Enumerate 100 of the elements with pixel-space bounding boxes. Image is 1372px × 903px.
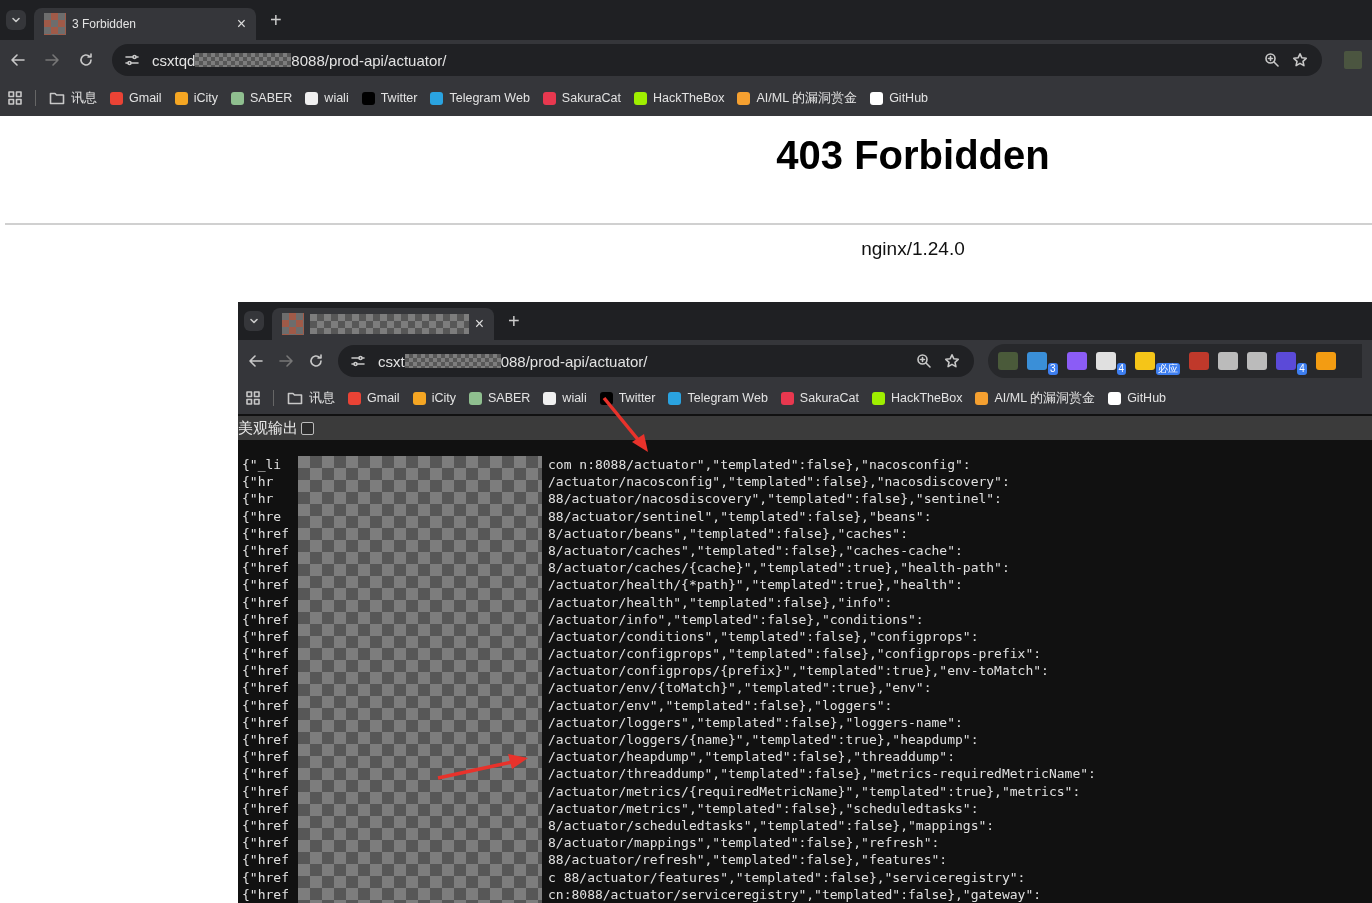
json-text: 8/actuator/beans","templated":false},"caches": (548, 524, 910, 542)
json-text: {"hr (242, 473, 275, 491)
tab-title: 3 Forbidden (72, 17, 138, 31)
json-text: /actuator/metrics/{requiredMetricName}","templated":true},"metrics": (548, 782, 1082, 800)
bookmark-star-icon[interactable] (1292, 52, 1308, 68)
bookmark-item[interactable]: SakuraCat (780, 391, 859, 405)
extension-icon[interactable] (1095, 352, 1116, 370)
json-text: {"href (242, 662, 290, 680)
json-text: /actuator/metrics","templated":false},"scheduledtasks": (548, 799, 980, 817)
json-text: {"hre (242, 507, 283, 525)
site-settings-icon[interactable] (350, 353, 366, 369)
bookmark-item[interactable]: AI/ML 的漏洞赏金 (737, 89, 858, 107)
json-text: 8/actuator/mappings","templated":false},"refresh": (548, 834, 941, 852)
json-text: /actuator/threaddump","templated":false},"metrics-requiredMetricName": (548, 765, 1096, 783)
close-tab-button[interactable]: × (474, 316, 484, 332)
extension-icon[interactable] (1247, 352, 1268, 370)
bookmark-item[interactable]: 讯息 (49, 89, 97, 107)
close-tab-button[interactable]: × (236, 16, 246, 32)
json-text: /actuator/nacosconfig","templated":false},"nacosdiscovery": (548, 473, 1011, 491)
apps-grid-icon[interactable] (246, 391, 260, 405)
json-text: {"href (242, 816, 290, 835)
reload-icon[interactable] (308, 353, 324, 369)
json-text: 88/actuator/nacosdiscovery","templated":false},"sentinel": (548, 490, 1003, 508)
json-text: /actuator/env","templated":false},"loggers": (548, 696, 894, 714)
json-text: /actuator/info","templated":false},"conditions": (548, 610, 925, 628)
json-text: {"_li (242, 456, 283, 474)
forward-arrow-icon[interactable] (44, 52, 60, 68)
pretty-print-checkbox[interactable] (301, 421, 314, 435)
json-text: {"href (242, 748, 290, 766)
json-text: {"href (242, 593, 290, 611)
address-bar[interactable]: csxt 088/prod-api/actuator/ (338, 345, 974, 377)
json-text: /actuator/conditions","templated":false},"configprops": (548, 627, 980, 646)
bookmark-item[interactable]: Telegram Web (430, 91, 530, 105)
bookmark-item[interactable]: Twitter (599, 391, 656, 405)
json-text: com n:8088/actuator","templated":false},"nacosconfig": (548, 456, 972, 474)
json-text: {"href (242, 524, 290, 542)
browser-tab[interactable]: × (272, 308, 494, 340)
json-text: {"href (242, 559, 290, 577)
server-version-text: nginx/1.24.0 (861, 238, 965, 260)
json-text: /actuator/health","templated":false},"info": (548, 593, 894, 611)
bookmark-item[interactable]: HackTheBox (633, 91, 725, 105)
extension-badge: 4 (1116, 363, 1127, 375)
bookmark-item[interactable]: Twitter (361, 91, 418, 105)
bookmark-item[interactable]: HackTheBox (871, 391, 963, 405)
reload-icon[interactable] (78, 52, 94, 68)
json-text: c 88/actuator/features","templated":false},"serviceregistry": (548, 868, 1027, 886)
json-text: 88/actuator/sentinel","templated":false},"beans": (548, 507, 933, 525)
json-text: {"href (242, 627, 290, 646)
new-tab-button[interactable]: + (502, 311, 526, 331)
zoom-icon[interactable] (916, 353, 932, 369)
extension-icon[interactable] (1218, 352, 1239, 370)
json-text: {"href (242, 885, 290, 903)
json-text: 8/actuator/caches/{cache}","templated":true},"health-path": (548, 559, 1011, 577)
address-bar[interactable]: csxtqd 8088/prod-api/actuator/ (112, 44, 1322, 76)
bookmark-item[interactable]: wiali (305, 91, 349, 105)
bookmark-item[interactable]: 讯息 (287, 389, 335, 407)
bookmark-item[interactable]: AI/ML 的漏洞赏金 (975, 389, 1096, 407)
bookmark-item[interactable]: Gmail (110, 91, 162, 105)
json-text: {"hr (242, 490, 275, 508)
back-arrow-icon[interactable] (10, 52, 26, 68)
json-text: /actuator/loggers/{name}","templated":true},"heapdump": (548, 731, 980, 749)
bookmark-item[interactable]: Telegram Web (668, 391, 768, 405)
site-settings-icon[interactable] (124, 52, 140, 68)
json-text: {"href (242, 696, 290, 714)
json-text: /actuator/heapdump","templated":false},"threaddump": (548, 748, 956, 766)
bookmark-item[interactable]: SABER (230, 91, 293, 105)
browser-tab[interactable]: 3 Forbidden × (34, 8, 256, 40)
pixelated-redaction (282, 313, 304, 335)
bookmark-item[interactable]: SakuraCat (542, 91, 621, 105)
json-text: {"href (242, 541, 290, 560)
json-text: /actuator/health/{*path}","templated":true},"health": (548, 576, 964, 594)
apps-grid-icon[interactable] (8, 91, 22, 105)
url-text: 8088/prod-api/actuator/ (291, 51, 447, 69)
json-text: {"href (242, 610, 290, 628)
extension-icon[interactable] (1135, 352, 1156, 370)
pixelated-redaction (44, 13, 66, 35)
json-text: {"href (242, 713, 290, 731)
json-text: /actuator/loggers","templated":false},"loggers-name": (548, 713, 964, 731)
url-text: csxtqd (152, 51, 196, 69)
pretty-print-label: 美观输出 (238, 418, 298, 438)
json-text: 8/actuator/scheduledtasks","templated":false},"mappings": (548, 816, 996, 835)
zoom-icon[interactable] (1264, 52, 1280, 68)
json-text: /actuator/env/{toMatch}","templated":true},"env": (548, 679, 933, 697)
bookmark-item[interactable]: GitHub (870, 91, 929, 105)
json-text: {"href (242, 679, 290, 697)
bookmark-star-icon[interactable] (944, 353, 960, 369)
json-text: {"href (242, 645, 290, 663)
extension-icon[interactable] (1315, 352, 1336, 370)
bookmark-item[interactable]: iCity (174, 91, 218, 105)
json-text: {"href (242, 782, 290, 800)
new-tab-button[interactable]: + (264, 10, 288, 30)
bookmark-item[interactable]: iCity (412, 391, 456, 405)
back-arrow-icon[interactable] (248, 353, 264, 369)
bookmark-item[interactable]: Gmail (348, 391, 400, 405)
bookmark-item[interactable]: wiali (543, 391, 587, 405)
bookmark-item[interactable]: SABER (468, 391, 531, 405)
forward-arrow-icon[interactable] (278, 353, 294, 369)
extension-badge: 必应 (1156, 363, 1181, 375)
json-text: /actuator/configprops/{prefix}","templated":true},"env-toMatch": (548, 662, 1050, 680)
bookmark-item[interactable]: GitHub (1108, 391, 1167, 405)
